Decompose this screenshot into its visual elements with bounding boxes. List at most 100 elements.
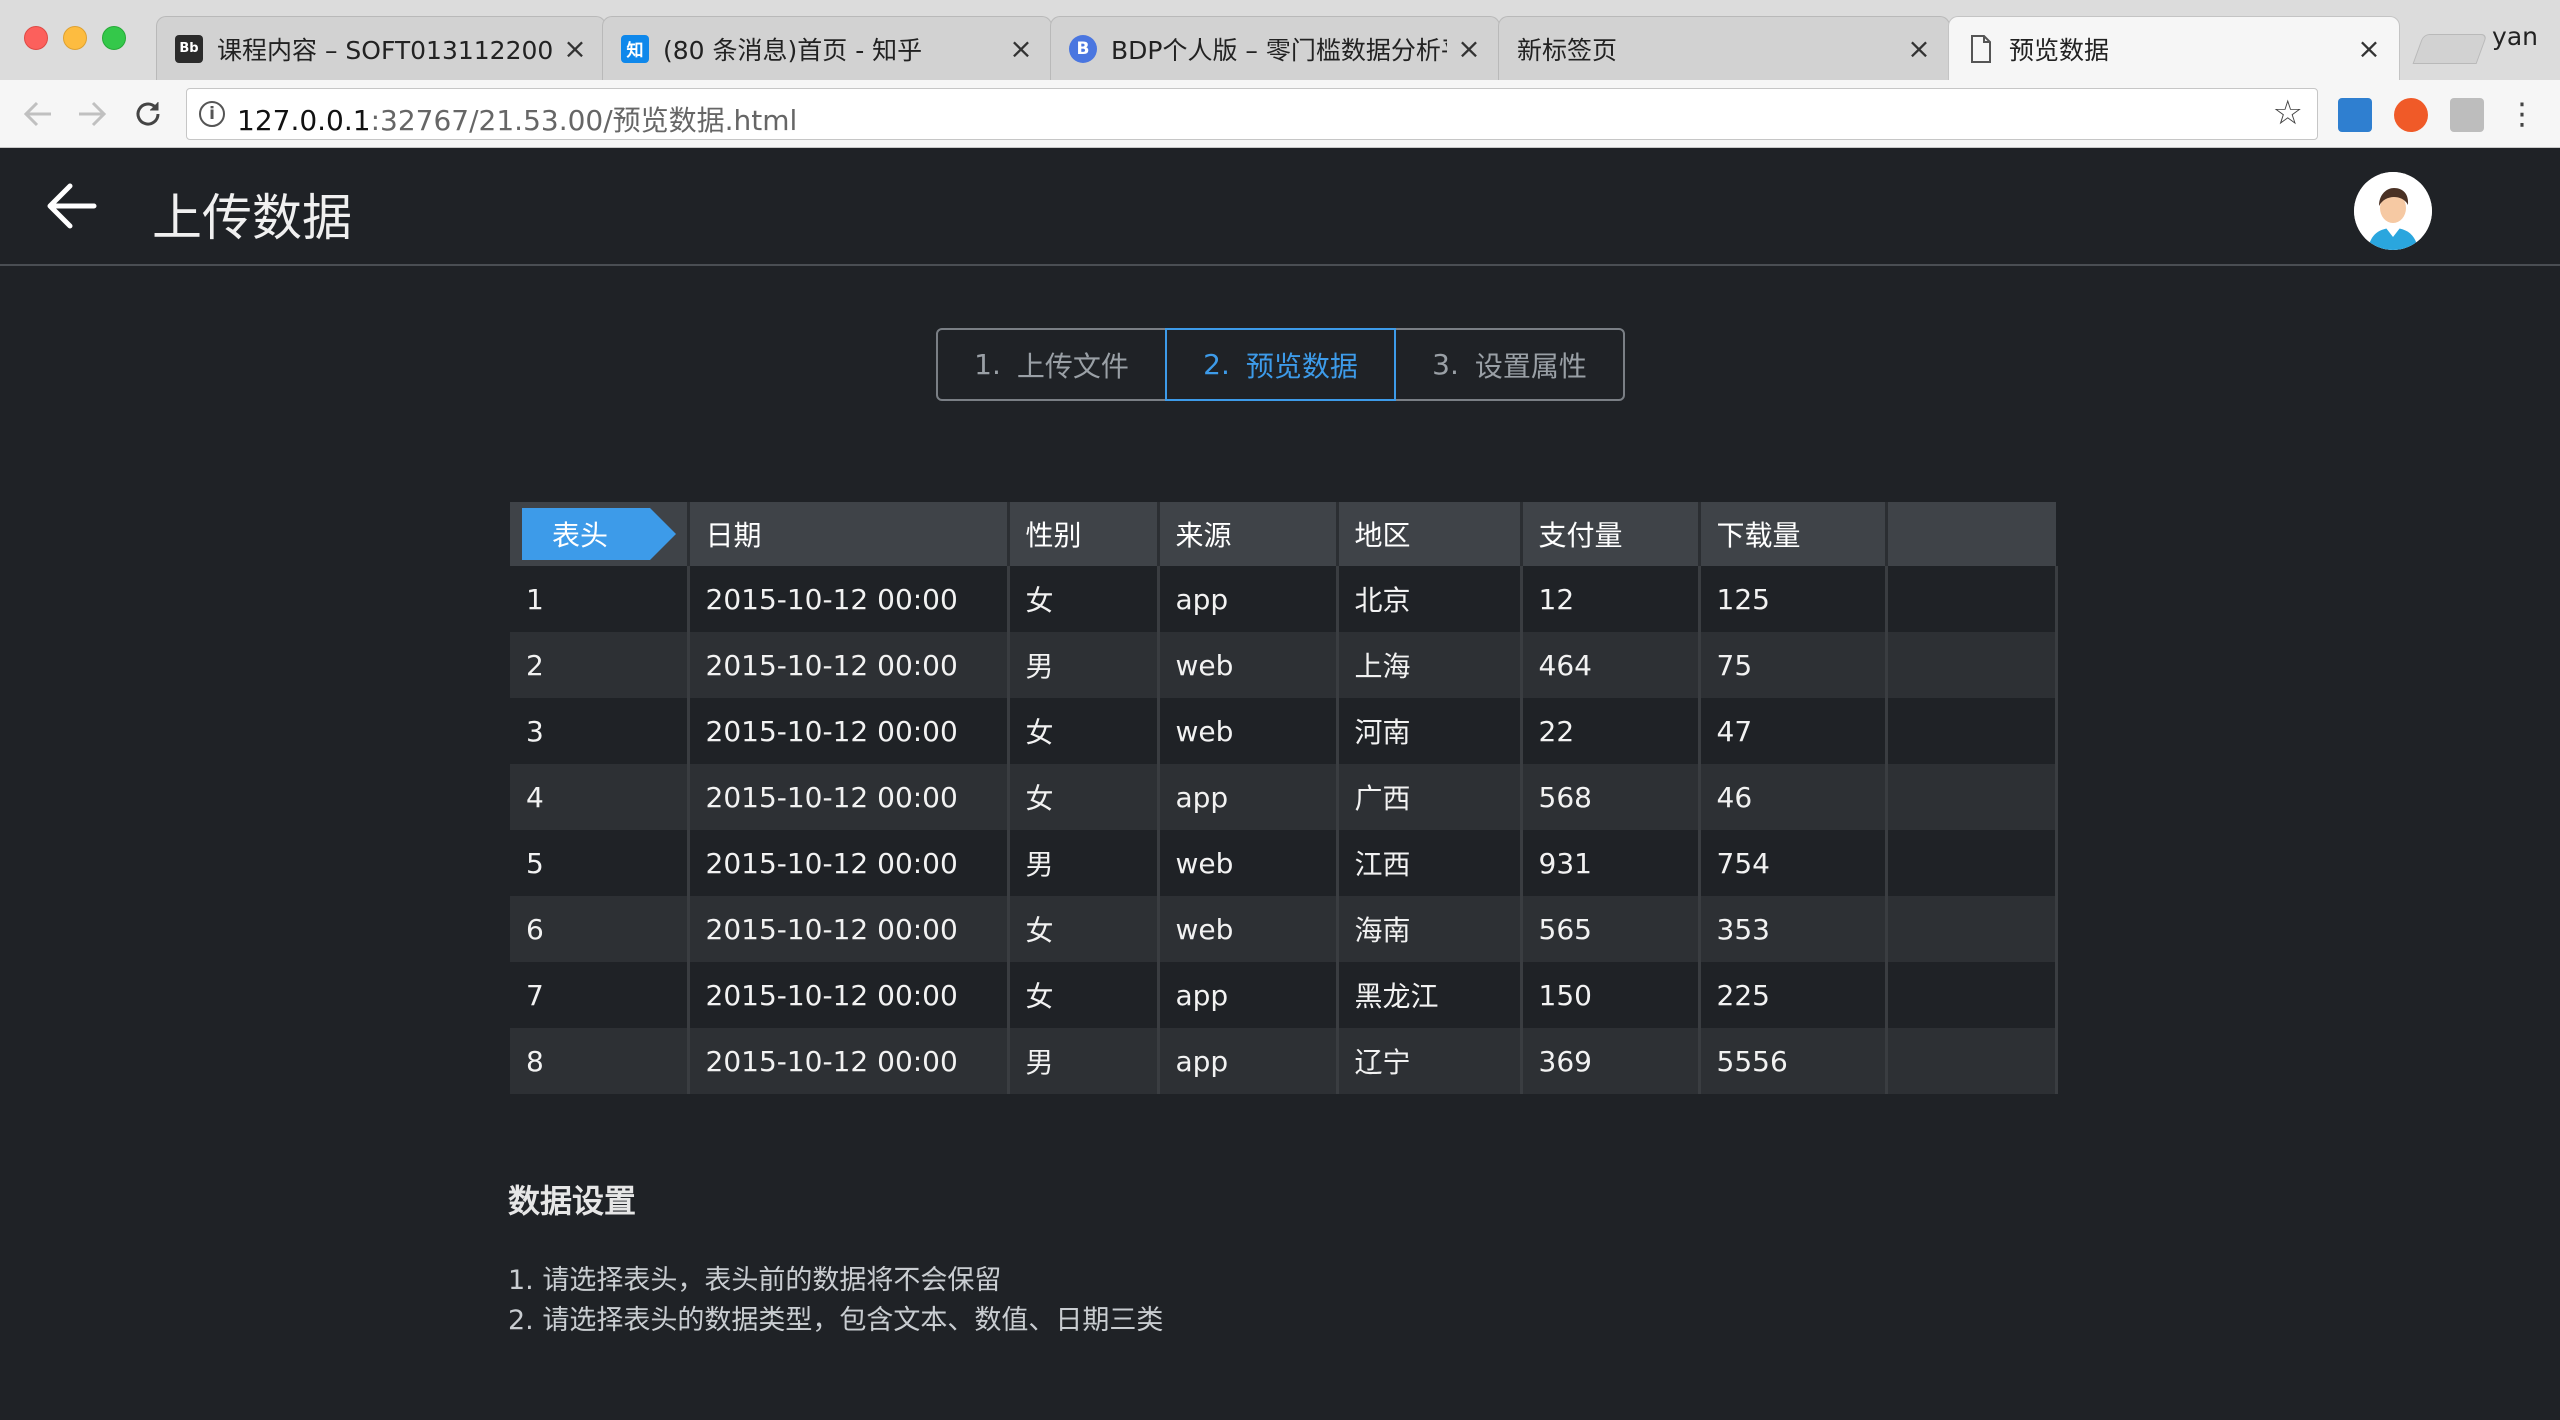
table-cell: 150 [1521, 962, 1701, 1028]
table-cell [1886, 698, 2058, 764]
row-index-cell: 4 [510, 764, 690, 830]
table-row[interactable]: 8 2015-10-12 00:00 男 app 辽宁 369 5556 [510, 1028, 2058, 1094]
table-cell: 北京 [1337, 566, 1523, 632]
table-cell: 男 [1008, 1028, 1160, 1094]
table-row[interactable]: 6 2015-10-12 00:00 女 web 海南 565 353 [510, 896, 2058, 962]
table-cell: 2015-10-12 00:00 [688, 632, 1010, 698]
table-row[interactable]: 2 2015-10-12 00:00 男 web 上海 464 75 [510, 632, 2058, 698]
table-cell: 2015-10-12 00:00 [688, 1028, 1010, 1094]
header-flag-cell[interactable]: 表头 [510, 502, 690, 566]
column-header[interactable]: 来源 [1158, 502, 1339, 566]
tab-close-icon[interactable]: × [1457, 32, 1481, 65]
table-row[interactable]: 7 2015-10-12 00:00 女 app 黑龙江 150 225 [510, 962, 2058, 1028]
table-cell: web [1158, 896, 1339, 962]
tab-title: 预览数据 [2009, 35, 2110, 65]
step-number: 2. [1203, 348, 1230, 381]
header-row-marker[interactable]: 表头 [522, 508, 677, 560]
extension-s-icon[interactable] [2338, 98, 2372, 132]
table-cell: 225 [1699, 962, 1888, 1028]
step-number: 1. [974, 348, 1001, 381]
table-cell: 46 [1699, 764, 1888, 830]
tab-close-icon[interactable]: × [1907, 32, 1931, 65]
site-info-icon[interactable]: i [199, 101, 225, 127]
table-row[interactable]: 5 2015-10-12 00:00 男 web 江西 931 754 [510, 830, 2058, 896]
address-bar[interactable]: i 127.0.0.1:32767/21.53.00/预览数据.html ☆ [186, 88, 2318, 140]
table-cell: 辽宁 [1337, 1028, 1523, 1094]
table-cell: 女 [1008, 896, 1160, 962]
browser-tab-bdp[interactable]: B BDP个人版 – 零门槛数据分析平 × [1050, 16, 1500, 80]
table-row[interactable]: 1 2015-10-12 00:00 女 app 北京 12 125 [510, 566, 2058, 632]
column-header[interactable]: 支付量 [1521, 502, 1701, 566]
settings-instruction: 1. 请选择表头，表头前的数据将不会保留 [508, 1265, 1002, 1296]
app-header: 上传数据 [0, 148, 2560, 266]
bookmark-star-icon[interactable]: ☆ [2273, 93, 2303, 133]
tab-close-icon[interactable]: × [2357, 32, 2381, 65]
table-cell: 75 [1699, 632, 1888, 698]
step-upload-file[interactable]: 1. 上传文件 [936, 328, 1167, 401]
table-cell: app [1158, 1028, 1339, 1094]
table-cell: 125 [1699, 566, 1888, 632]
row-index-cell: 2 [510, 632, 690, 698]
row-index-cell: 3 [510, 698, 690, 764]
profile-name[interactable]: yan [2492, 22, 2538, 51]
table-cell: 男 [1008, 830, 1160, 896]
browser-tab-course[interactable]: Bb 课程内容 – SOFT0131122000.0 × [156, 16, 606, 80]
row-index-cell: 6 [510, 896, 690, 962]
menu-dots-icon[interactable]: ⋮ [2502, 94, 2542, 134]
back-arrow-icon[interactable] [42, 176, 102, 236]
tab-close-icon[interactable]: × [1009, 32, 1033, 65]
user-avatar[interactable] [2354, 172, 2432, 250]
window-close-button[interactable] [24, 26, 48, 50]
browser-tab-preview[interactable]: 预览数据 × [1948, 16, 2400, 80]
row-index-cell: 8 [510, 1028, 690, 1094]
column-header[interactable]: 下载量 [1699, 502, 1888, 566]
step-number: 3. [1432, 348, 1459, 381]
table-cell: 565 [1521, 896, 1701, 962]
table-cell: app [1158, 962, 1339, 1028]
browser-tab-zhihu[interactable]: 知 (80 条消息)首页 - 知乎 × [602, 16, 1052, 80]
step-label: 预览数据 [1245, 349, 1358, 383]
table-cell: 12 [1521, 566, 1701, 632]
forward-nav-icon[interactable] [72, 94, 112, 134]
table-cell [1886, 566, 2058, 632]
row-index-cell: 7 [510, 962, 690, 1028]
table-cell: web [1158, 632, 1339, 698]
table-cell: 女 [1008, 698, 1160, 764]
table-header-row: 表头 日期 性别 来源 地区 支付量 下载量 [510, 502, 2056, 566]
table-cell [1886, 1028, 2058, 1094]
step-preview-data[interactable]: 2. 预览数据 [1165, 328, 1396, 401]
extension-screenshot-icon[interactable] [2450, 98, 2484, 132]
table-cell [1886, 962, 2058, 1028]
preview-table-container: 表头 日期 性别 来源 地区 支付量 下载量 1 2015-10-12 00:00… [510, 502, 2058, 1094]
page-title: 上传数据 [152, 189, 352, 247]
table-cell: 353 [1699, 896, 1888, 962]
table-cell: 2015-10-12 00:00 [688, 764, 1010, 830]
browser-tab-newtab[interactable]: 新标签页 × [1498, 16, 1950, 80]
column-header[interactable] [1886, 502, 2056, 566]
extension-infinity-icon[interactable] [2394, 98, 2428, 132]
table-cell: 海南 [1337, 896, 1523, 962]
column-header[interactable]: 地区 [1337, 502, 1523, 566]
table-cell: 369 [1521, 1028, 1701, 1094]
table-cell: 男 [1008, 632, 1160, 698]
back-nav-icon[interactable] [18, 94, 58, 134]
url-text[interactable]: 127.0.0.1:32767/21.53.00/预览数据.html [237, 99, 797, 139]
table-cell: 女 [1008, 566, 1160, 632]
step-set-properties[interactable]: 3. 设置属性 [1394, 328, 1625, 401]
reload-icon[interactable] [128, 94, 168, 134]
row-index-cell: 1 [510, 566, 690, 632]
new-tab-button[interactable] [2412, 34, 2488, 64]
tab-close-icon[interactable]: × [563, 32, 587, 65]
table-row[interactable]: 4 2015-10-12 00:00 女 app 广西 568 46 [510, 764, 2058, 830]
tab-title: BDP个人版 – 零门槛数据分析平 [1111, 35, 1447, 65]
step-label: 上传文件 [1016, 349, 1129, 383]
table-cell: web [1158, 830, 1339, 896]
settings-instruction: 2. 请选择表头的数据类型，包含文本、数值、日期三类 [508, 1305, 1164, 1336]
column-header[interactable]: 性别 [1008, 502, 1160, 566]
window-zoom-button[interactable] [102, 26, 126, 50]
column-header[interactable]: 日期 [688, 502, 1010, 566]
table-row[interactable]: 3 2015-10-12 00:00 女 web 河南 22 47 [510, 698, 2058, 764]
table-cell: 2015-10-12 00:00 [688, 830, 1010, 896]
table-cell: 5556 [1699, 1028, 1888, 1094]
window-minimize-button[interactable] [63, 26, 87, 50]
